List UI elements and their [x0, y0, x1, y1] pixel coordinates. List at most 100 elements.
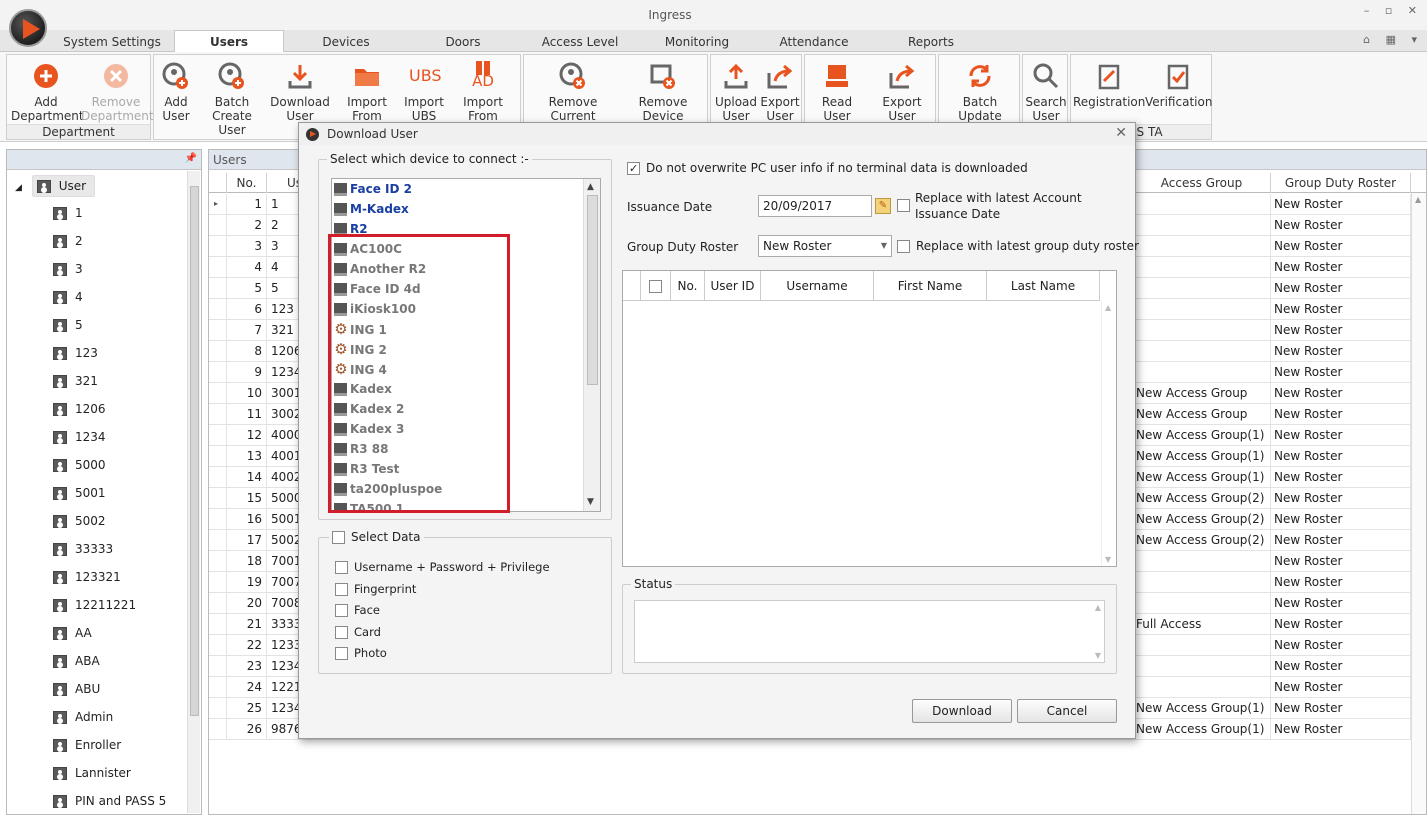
user-grid-scrollbar[interactable]: ▲ ▼ [1101, 301, 1116, 566]
device-scroll-thumb[interactable] [587, 195, 598, 385]
tree-item[interactable]: PIN and PASS 5 [53, 791, 166, 811]
device-item[interactable]: Face ID 2 [334, 179, 412, 199]
import-ubs-button[interactable]: UBS Import UBS [402, 61, 446, 123]
select-all-check[interactable] [649, 280, 662, 293]
tree-item[interactable]: Enroller [53, 735, 121, 755]
tree-item[interactable]: 321 [53, 371, 98, 391]
tab-access-level[interactable]: Access Level [530, 32, 630, 52]
group-duty-roster-select[interactable]: New Roster ▼ [758, 235, 892, 257]
export-icon [767, 64, 793, 89]
col-access-group-header[interactable]: Access Group [1133, 173, 1271, 193]
add-user-button[interactable]: Add User [156, 61, 196, 123]
remove-department-button[interactable]: Remove Department [81, 61, 154, 123]
select-data-check[interactable] [332, 531, 345, 544]
search-user-button[interactable]: Search User [1024, 61, 1068, 123]
calendar-icon[interactable]: ✎ [875, 198, 891, 214]
export-user-button[interactable]: Export User [759, 61, 801, 123]
tree-item[interactable]: ABA [53, 651, 100, 671]
tab-reports[interactable]: Reports [886, 32, 976, 52]
close-icon[interactable]: ✕ [1115, 125, 1127, 141]
tree-item[interactable]: 5002 [53, 511, 106, 531]
row-indicator [209, 404, 227, 425]
col-first-name[interactable]: First Name [874, 271, 987, 301]
data-option-checkbox[interactable]: Card [335, 623, 381, 641]
tree-root-user[interactable]: ◢ User [15, 175, 96, 197]
download-user-button[interactable]: Download User [268, 61, 332, 123]
tree-item[interactable]: 1206 [53, 399, 106, 419]
data-option-checkbox[interactable]: Fingerprint [335, 580, 416, 598]
collapse-arrow-icon[interactable]: ◢ [15, 183, 22, 193]
ribbon-options-icons[interactable]: ⌂ ▦ ▾ [1363, 33, 1423, 46]
ubs-icon: UBS [409, 66, 442, 85]
select-data-checkbox[interactable]: Select Data [329, 528, 424, 546]
tree-item[interactable]: 1 [53, 203, 83, 223]
tab-devices[interactable]: Devices [298, 32, 394, 52]
replace-roster-checkbox[interactable]: Replace with latest group duty roster [897, 237, 1139, 255]
tree-item[interactable]: 4 [53, 287, 83, 307]
no-overwrite-checkbox[interactable]: Do not overwrite PC user info if no term… [627, 159, 1028, 178]
tree-item[interactable]: Lannister [53, 763, 131, 783]
tab-monitoring[interactable]: Monitoring [650, 32, 744, 52]
tree-item[interactable]: 3 [53, 259, 83, 279]
pin-icon[interactable]: 📌 [185, 153, 197, 164]
tree-item[interactable]: 5000 [53, 455, 106, 475]
device-list-scrollbar[interactable]: ▲ ▼ [583, 179, 600, 511]
col-no[interactable]: No. [671, 271, 705, 301]
tree-item[interactable]: 5001 [53, 483, 106, 503]
tree-panel-header: 📌 [7, 150, 201, 170]
tree-item[interactable]: ABU [53, 679, 100, 699]
scroll-up-icon[interactable]: ▲ [587, 182, 594, 192]
data-option-check[interactable] [335, 647, 348, 660]
tab-users[interactable]: Users [174, 30, 284, 53]
verification-button[interactable]: Verification [1145, 61, 1212, 109]
tree-item[interactable]: 12211221 [53, 595, 136, 615]
tree-item[interactable]: 2 [53, 231, 83, 251]
issuance-date-input[interactable]: 20/09/2017 [758, 195, 872, 217]
data-option-check[interactable] [335, 604, 348, 617]
cancel-button[interactable]: Cancel [1017, 699, 1117, 723]
batch-create-user-button[interactable]: Batch Create User [198, 61, 266, 137]
tree-item[interactable]: 33333 [53, 539, 113, 559]
grid-scrollbar[interactable]: ▲ [1411, 193, 1426, 814]
status-textarea[interactable]: ▲ ▼ [634, 600, 1105, 663]
registration-button[interactable]: Registration [1073, 61, 1145, 109]
tree-item[interactable]: 5 [53, 315, 83, 335]
tab-doors[interactable]: Doors [420, 32, 506, 52]
col-last-name[interactable]: Last Name [987, 271, 1100, 301]
app-logo-button[interactable] [9, 9, 47, 47]
col-user-id[interactable]: User ID [705, 271, 761, 301]
tree-scrollbar[interactable] [187, 171, 200, 813]
data-option-checkbox[interactable]: Photo [335, 644, 387, 662]
replace-roster-check[interactable] [897, 240, 910, 253]
tree-scroll-thumb[interactable] [190, 186, 199, 716]
tree-item[interactable]: 123 [53, 343, 98, 363]
data-option-checkbox[interactable]: Username + Password + Privilege [335, 558, 550, 576]
status-group: Status ▲ ▼ [622, 577, 1117, 674]
tree-item[interactable]: Admin [53, 707, 113, 727]
tree-item[interactable]: 123321 [53, 567, 121, 587]
col-group-duty-roster-header[interactable]: Group Duty Roster [1271, 173, 1411, 193]
no-overwrite-check[interactable] [627, 160, 640, 178]
window-controls[interactable]: – ▫ ✕ [1364, 4, 1423, 17]
download-button[interactable]: Download [912, 699, 1012, 723]
device-item[interactable]: M-Kadex [334, 199, 409, 219]
tab-system-settings[interactable]: System Settings [52, 32, 172, 52]
user-group-icon [53, 711, 67, 724]
tab-attendance[interactable]: Attendance [766, 32, 862, 52]
select-all-header[interactable] [641, 271, 671, 301]
replace-issuance-checkbox[interactable]: Replace with latest Account Issuance Dat… [897, 190, 1127, 224]
replace-issuance-check[interactable] [897, 199, 910, 212]
tree-item[interactable]: 1234 [53, 427, 106, 447]
data-option-check[interactable] [335, 625, 348, 639]
add-department-button[interactable]: Add Department [11, 61, 84, 123]
data-option-checkbox[interactable]: Face [335, 601, 380, 619]
cell-no: 20 [227, 593, 267, 614]
col-username[interactable]: Username [761, 271, 874, 301]
tree-item[interactable]: AA [53, 623, 92, 643]
data-option-check[interactable] [335, 582, 348, 596]
data-option-check[interactable] [335, 561, 348, 574]
col-no-header[interactable]: No. [227, 173, 267, 193]
user-group-icon [53, 515, 67, 528]
scroll-down-icon[interactable]: ▼ [587, 497, 594, 507]
upload-user-button[interactable]: Upload User [713, 61, 759, 123]
